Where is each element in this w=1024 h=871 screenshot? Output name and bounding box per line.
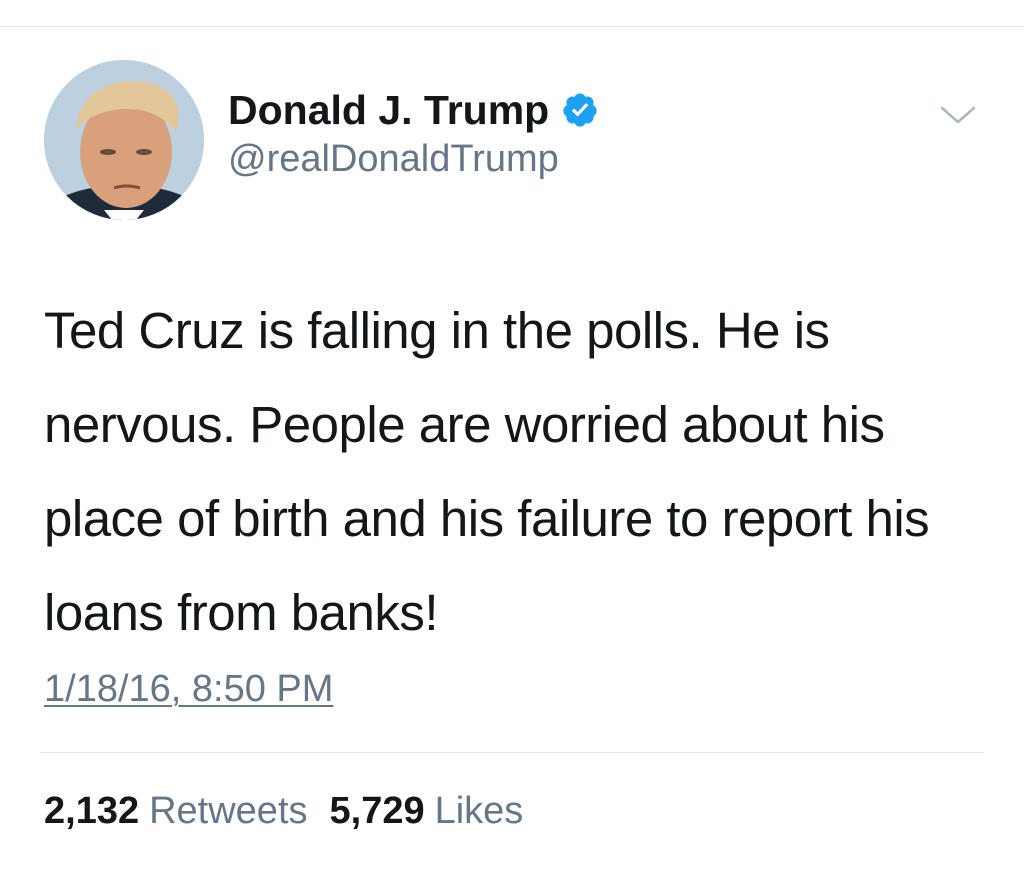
tweet-text: Ted Cruz is falling in the polls. He is … bbox=[44, 302, 930, 641]
avatar-portrait-image bbox=[44, 60, 204, 220]
likes-stat[interactable]: 5,729 Likes bbox=[330, 790, 524, 833]
chevron-down-icon[interactable] bbox=[938, 100, 978, 130]
retweets-count: 2,132 bbox=[44, 790, 140, 832]
likes-count: 5,729 bbox=[329, 790, 425, 832]
avatar[interactable] bbox=[44, 60, 204, 220]
author-display-name[interactable]: Donald J. Trump bbox=[228, 87, 549, 134]
author-handle[interactable]: @realDonaldTrump bbox=[228, 138, 599, 181]
likes-label: Likes bbox=[434, 790, 524, 832]
tweet-card: Donald J. Trump @realDonaldTrump Ted Cru… bbox=[0, 0, 1024, 871]
verified-badge-icon bbox=[563, 93, 597, 127]
tweet-timestamp[interactable]: 1/18/16, 8:50 PM bbox=[44, 668, 333, 711]
author-name-row: Donald J. Trump bbox=[228, 84, 599, 136]
retweets-stat[interactable]: 2,132 Retweets bbox=[44, 790, 308, 833]
author-block: Donald J. Trump @realDonaldTrump bbox=[228, 84, 599, 181]
tweet-stats: 2,132 Retweets 5,729 Likes bbox=[44, 790, 523, 833]
stats-divider bbox=[40, 752, 984, 753]
retweets-label: Retweets bbox=[149, 790, 308, 832]
